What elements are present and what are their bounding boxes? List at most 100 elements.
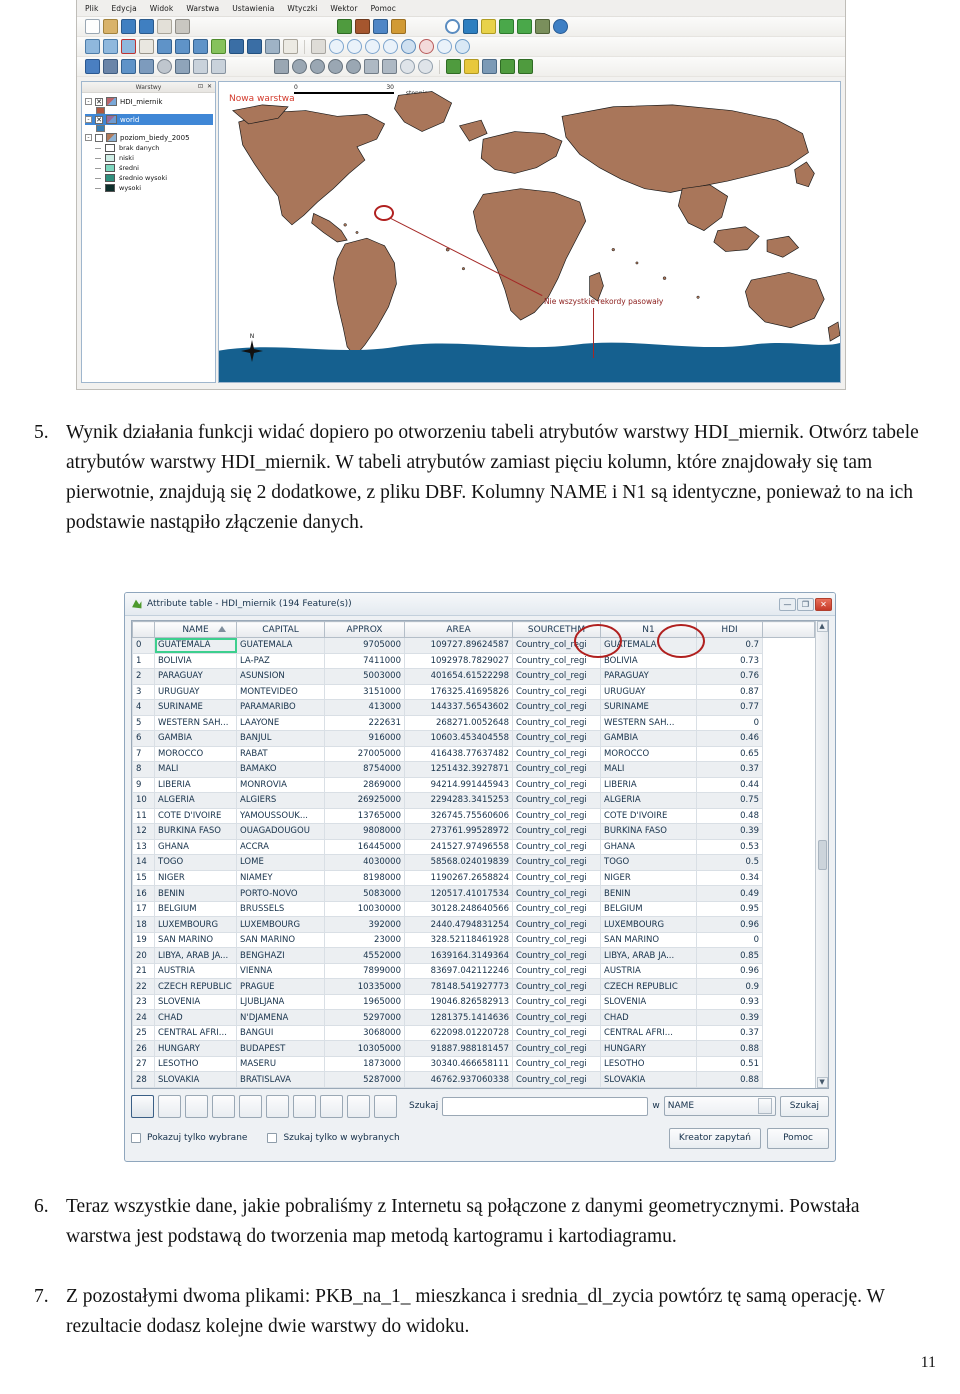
cell-name[interactable]: ALGERIA — [154, 792, 237, 809]
cell-hdi[interactable]: 0.37 — [696, 1024, 763, 1042]
cell-n1[interactable]: SLOVENIA — [600, 993, 697, 1011]
cell-hdi[interactable]: 0.76 — [696, 668, 763, 685]
copy-features-icon[interactable] — [193, 59, 208, 74]
add-part-icon[interactable] — [382, 59, 397, 74]
cell-capital[interactable]: RABAT — [236, 745, 325, 763]
cell-hdi[interactable]: 0.44 — [696, 776, 763, 794]
cell-sourcethm[interactable]: Country_col_regi — [512, 1055, 601, 1073]
column-header-name[interactable]: NAME — [154, 621, 237, 638]
cell-hdi[interactable]: 0.93 — [696, 993, 763, 1011]
cell-name[interactable]: LIBYA, ARAB JA... — [154, 947, 237, 964]
cell-capital[interactable]: LJUBLJANA — [236, 993, 325, 1011]
open-project-icon[interactable] — [103, 19, 118, 34]
cell-hdi[interactable]: 0 — [696, 931, 763, 949]
cell-approx[interactable]: 8754000 — [324, 761, 405, 778]
cell-area[interactable]: 328.52118461928 — [404, 931, 513, 949]
cell-name[interactable]: CZECH REPUBLIC — [154, 978, 237, 995]
row-number-cell[interactable]: 6 — [132, 730, 155, 747]
gps-tools-icon[interactable] — [500, 59, 515, 74]
cell-approx[interactable]: 2869000 — [324, 776, 405, 794]
cell-capital[interactable]: YAMOUSSOUK... — [236, 807, 325, 825]
measure-angle-icon[interactable] — [193, 39, 208, 54]
cell-capital[interactable]: ASUNSION — [236, 668, 325, 685]
cell-hdi[interactable]: 0.96 — [696, 916, 763, 933]
cell-hdi[interactable]: 0.7 — [696, 637, 763, 654]
table-row[interactable]: 9 LIBERIA MONROVIA 2869000 94214.991445943 Co… — [132, 776, 815, 794]
table-row[interactable]: 8 MALI BAMAKO 8754000 1251432.3927871 Country… — [132, 761, 815, 778]
cell-hdi[interactable]: 0.39 — [696, 823, 763, 840]
toolbar-file[interactable] — [77, 17, 845, 37]
cell-name[interactable]: CENTRAL AFRI... — [154, 1024, 237, 1042]
show-bookmarks-icon[interactable] — [247, 39, 262, 54]
menu-item-pomoc[interactable]: Pomoc — [371, 4, 396, 13]
new-wms-layer-icon[interactable] — [445, 19, 460, 34]
row-number-cell[interactable]: 11 — [132, 807, 155, 825]
cell-name[interactable]: URUGUAY — [154, 683, 237, 701]
cell-name[interactable]: TOGO — [154, 854, 237, 871]
menu-item-warstwa[interactable]: Warstwa — [186, 4, 219, 13]
column-header-capital[interactable]: CAPITAL — [236, 621, 325, 638]
new-print-composer-icon[interactable] — [157, 19, 172, 34]
cell-capital[interactable]: N'DJAMENA — [236, 1009, 325, 1026]
map-tips-icon[interactable] — [211, 39, 226, 54]
row-number-cell[interactable]: 1 — [132, 652, 155, 670]
cell-sourcethm[interactable]: Country_col_regi — [512, 699, 601, 716]
table-row[interactable]: 17 BELGIUM BRUSSELS 10030000 30128.248640566… — [132, 900, 815, 918]
cell-hdi[interactable]: 0.87 — [696, 683, 763, 701]
cell-area[interactable]: 273761.99528972 — [404, 823, 513, 840]
expand-toggle-icon[interactable]: - — [85, 98, 92, 105]
table-row[interactable]: 13 GHANA ACCRA 16445000 241527.97496558 Count… — [132, 838, 815, 856]
cell-area[interactable]: 109727.89624587 — [404, 637, 513, 654]
delete-ring-icon[interactable] — [400, 59, 415, 74]
column-header-approx[interactable]: APPROX — [324, 621, 405, 638]
cell-capital[interactable]: LAAYONE — [236, 714, 325, 732]
invert-selection-icon[interactable] — [185, 1094, 208, 1118]
cell-sourcethm[interactable]: Country_col_regi — [512, 745, 601, 763]
cell-name[interactable]: SAN MARINO — [154, 931, 237, 949]
merge-attributes-icon[interactable] — [328, 59, 343, 74]
attribute-grid-vertical-scrollbar[interactable]: ▲ ▼ — [815, 621, 828, 1088]
cell-area[interactable]: 19046.826582913 — [404, 993, 513, 1011]
cell-sourcethm[interactable]: Country_col_regi — [512, 947, 601, 964]
table-row[interactable]: 20 LIBYA, ARAB JA... BENGHAZI 4552000 163916… — [132, 947, 815, 964]
node-tool-icon[interactable] — [139, 59, 154, 74]
table-row[interactable]: 12 BURKINA FASO OUAGADOUGOU 9808000 273761.9… — [132, 823, 815, 840]
cell-name[interactable]: LIBERIA — [154, 776, 237, 794]
cell-name[interactable]: GAMBIA — [154, 730, 237, 747]
cell-sourcethm[interactable]: Country_col_regi — [512, 714, 601, 732]
search-field-select[interactable]: NAME — [663, 1096, 776, 1116]
new-bookmark-icon[interactable] — [229, 39, 244, 54]
row-number-cell[interactable]: 14 — [132, 854, 155, 871]
cell-hdi[interactable]: 0.48 — [696, 807, 763, 825]
cell-n1[interactable]: SLOVAKIA — [600, 1071, 697, 1088]
cell-hdi[interactable]: 0.77 — [696, 699, 763, 716]
cell-name[interactable]: COTE D'IVOIRE — [154, 807, 237, 825]
cell-capital[interactable]: LUXEMBOURG — [236, 916, 325, 933]
cell-approx[interactable]: 392000 — [324, 916, 405, 933]
cell-name[interactable]: SLOVENIA — [154, 993, 237, 1011]
cell-sourcethm[interactable]: Country_col_regi — [512, 993, 601, 1011]
cell-name[interactable]: NIGER — [154, 869, 237, 887]
row-number-cell[interactable]: 19 — [132, 931, 155, 949]
cell-area[interactable]: 622098.01220728 — [404, 1024, 513, 1042]
expand-toggle-icon[interactable]: - — [85, 116, 92, 123]
cell-n1[interactable]: SAN MARINO — [600, 931, 697, 949]
row-number-cell[interactable]: 3 — [132, 683, 155, 701]
cell-area[interactable]: 1190267.2658824 — [404, 869, 513, 887]
menu-item-edycja[interactable]: Edycja — [111, 4, 136, 13]
cell-approx[interactable]: 10305000 — [324, 1040, 405, 1057]
cell-hdi[interactable]: 0.95 — [696, 900, 763, 918]
delete-selected-icon[interactable] — [157, 59, 172, 74]
table-row[interactable]: 16 BENIN PORTO-NOVO 5083000 120517.41017534 C… — [132, 885, 815, 902]
menu-item-widok[interactable]: Widok — [150, 4, 174, 13]
add-wfs-layer-icon[interactable] — [499, 19, 514, 34]
overflow-chevron-icon[interactable] — [418, 19, 433, 34]
plugin-installer-icon[interactable] — [482, 59, 497, 74]
python-console-icon[interactable] — [464, 59, 479, 74]
table-row[interactable]: 25 CENTRAL AFRI... BANGUI 3068000 622098.012… — [132, 1024, 815, 1042]
cell-name[interactable]: LESOTHO — [154, 1055, 237, 1073]
globe-icon[interactable] — [553, 19, 568, 34]
cell-area[interactable]: 1092978.7829027 — [404, 652, 513, 670]
table-row[interactable]: 2 PARAGUAY ASUNSION 5003000 401654.61522298 C… — [132, 668, 815, 685]
cell-capital[interactable]: BUDAPEST — [236, 1040, 325, 1057]
